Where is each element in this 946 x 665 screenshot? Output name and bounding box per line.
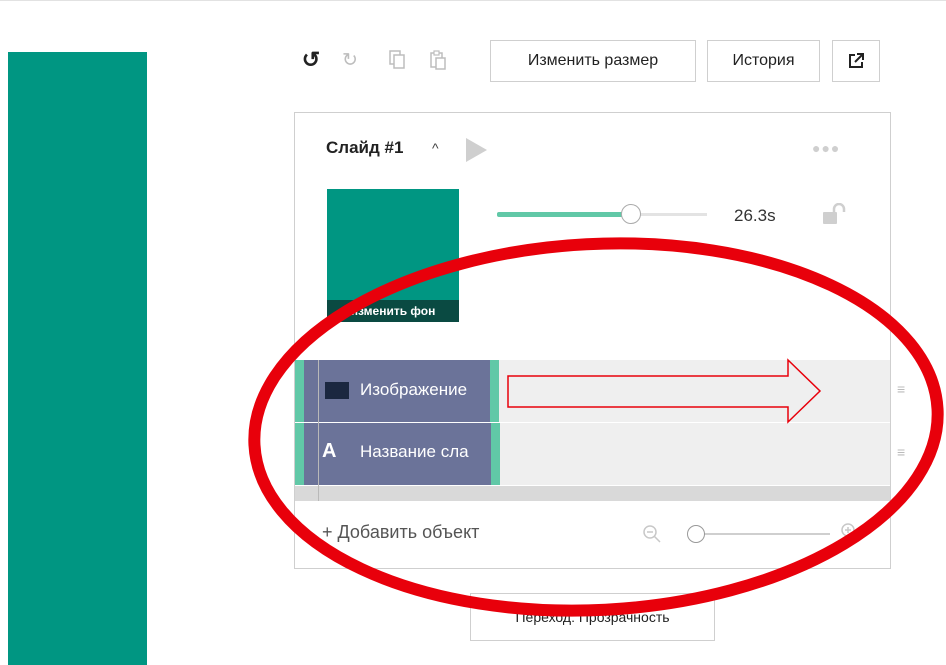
more-options-icon[interactable]: ●●●	[812, 140, 840, 156]
paste-icon[interactable]	[427, 48, 449, 72]
top-divider	[0, 0, 946, 1]
bar-start-handle[interactable]	[295, 360, 304, 422]
timeline-playhead[interactable]	[318, 360, 319, 501]
zoom-out-icon[interactable]	[642, 524, 662, 549]
change-background-label[interactable]: изменить фон	[327, 300, 459, 322]
add-object-button[interactable]: + Добавить объект	[322, 522, 479, 543]
timeline-scrollbar[interactable]	[295, 486, 890, 501]
copy-icon[interactable]	[386, 48, 408, 72]
slide-canvas[interactable]	[8, 52, 147, 665]
bar-start-handle[interactable]	[295, 423, 304, 485]
image-icon	[325, 382, 349, 399]
zoom-slider-track[interactable]	[700, 533, 830, 535]
undo-icon[interactable]: ↺	[300, 47, 322, 72]
transition-button[interactable]: Переход: Прозрачность	[470, 593, 715, 641]
zoom-in-icon[interactable]	[840, 522, 860, 547]
external-link-button[interactable]	[832, 40, 880, 82]
resize-button[interactable]: Изменить размер	[490, 40, 696, 82]
external-link-icon	[849, 53, 864, 68]
slide-title: Слайд #1	[326, 138, 404, 157]
slide-duration: 26.3s	[734, 206, 776, 225]
bar-end-handle[interactable]	[490, 360, 499, 422]
add-object-label: Добавить объект	[337, 522, 480, 542]
collapse-caret-icon[interactable]: ^	[432, 140, 439, 156]
bar-end-handle[interactable]	[491, 423, 500, 485]
text-icon: A	[322, 440, 337, 462]
drag-handle-icon[interactable]: ≡	[897, 445, 908, 459]
drag-handle-icon[interactable]: ≡	[897, 382, 908, 396]
plus-icon: +	[322, 522, 333, 542]
play-icon[interactable]	[466, 138, 487, 162]
timeline-row-label: Изображение	[360, 380, 468, 399]
redo-icon[interactable]: ↻	[339, 48, 361, 72]
zoom-slider-handle[interactable]	[687, 525, 705, 543]
unlock-icon[interactable]	[820, 202, 850, 225]
timeline-row-label: Название сла	[360, 442, 469, 461]
history-button[interactable]: История	[707, 40, 820, 82]
duration-slider-handle[interactable]	[621, 204, 641, 224]
slide-background-thumbnail[interactable]: изменить фон	[327, 189, 459, 322]
duration-slider-fill	[497, 212, 629, 217]
